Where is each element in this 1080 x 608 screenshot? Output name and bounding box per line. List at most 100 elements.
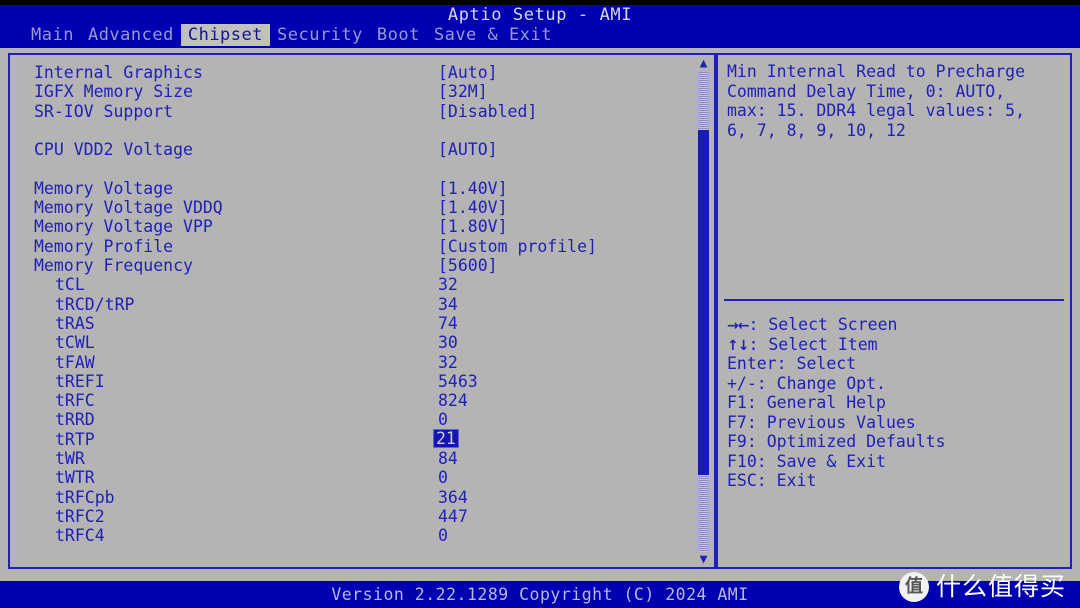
key-legend-item: ↑↓: Select Item — [727, 335, 1067, 355]
settings-row-list: Internal Graphics [Auto] IGFX Memory Size [… — [10, 55, 714, 567]
setting-value[interactable]: 364 — [436, 488, 470, 507]
key-legend-label: : Select Item — [748, 334, 878, 354]
menu-item-main[interactable]: Main — [24, 24, 81, 46]
table-row[interactable]: CPU VDD2 Voltage [AUTO] — [10, 140, 714, 159]
setting-label: tRTP — [55, 429, 95, 449]
setting-value[interactable]: [Auto] — [436, 63, 500, 82]
table-row[interactable]: tREFI 5463 — [10, 372, 714, 391]
key-legend-label: +/-: Change Opt. — [727, 373, 886, 393]
setting-label: tRFCpb — [55, 487, 115, 507]
table-row[interactable]: tWTR 0 — [10, 468, 714, 487]
key-legend-item: F9: Optimized Defaults — [727, 432, 1067, 452]
bios-setup-screen: Aptio Setup - AMI Main Advanced Chipset Sec… — [0, 0, 1080, 608]
setting-value[interactable]: 0 — [436, 468, 450, 487]
scroll-up-arrow-icon[interactable]: ▲ — [695, 57, 712, 71]
setting-value[interactable]: [AUTO] — [436, 140, 500, 159]
setting-value[interactable]: 32 — [436, 353, 460, 372]
setting-label: tRFC4 — [55, 526, 105, 546]
table-row[interactable]: Memory Voltage VDDQ [1.40V] — [10, 198, 714, 217]
scroll-down-arrow-icon[interactable]: ▼ — [695, 553, 712, 567]
key-legend-item: ESC: Exit — [727, 471, 1067, 491]
setting-label: tRFC — [55, 391, 95, 411]
setting-value[interactable]: 34 — [436, 295, 460, 314]
key-legend-label: F7: Previous Values — [727, 412, 916, 432]
setting-value[interactable]: 0 — [436, 526, 450, 545]
table-row[interactable]: SR-IOV Support [Disabled] — [10, 102, 714, 121]
setting-value[interactable]: [5600] — [436, 256, 500, 275]
table-row[interactable]: tRFC 824 — [10, 391, 714, 410]
setting-label: CPU VDD2 Voltage — [34, 140, 193, 160]
setting-label: tRFC2 — [55, 506, 105, 526]
table-row[interactable]: Memory Frequency [5600] — [10, 256, 714, 275]
menu-item-save-exit[interactable]: Save & Exit — [427, 24, 559, 46]
arrow-keys-icon: →← — [727, 318, 749, 334]
table-row[interactable]: tRFCpb 364 — [10, 488, 714, 507]
table-row[interactable]: Memory Voltage VPP [1.80V] — [10, 217, 714, 236]
key-legend-item: F7: Previous Values — [727, 413, 1067, 433]
help-description: Min Internal Read to Precharge Command D… — [727, 62, 1026, 140]
setting-value[interactable]: 0 — [436, 410, 450, 429]
setting-value[interactable]: 5463 — [436, 372, 480, 391]
menu-item-security[interactable]: Security — [270, 24, 370, 46]
key-legend-label: F10: Save & Exit — [727, 451, 886, 471]
scrollbar-thumb[interactable] — [698, 130, 709, 475]
key-legend-item: Enter: Select — [727, 354, 1067, 374]
setting-label: tCL — [55, 275, 85, 295]
help-divider — [724, 299, 1064, 301]
table-row[interactable]: tRAS 74 — [10, 314, 714, 333]
table-row[interactable]: Memory Profile [Custom profile] — [10, 237, 714, 256]
table-row[interactable]: tFAW 32 — [10, 353, 714, 372]
key-legend-list: →←: Select Screen ↑↓: Select Item Enter: S… — [727, 315, 1067, 491]
setting-value[interactable]: [1.40V] — [436, 198, 510, 217]
setting-label: tRCD/tRP — [55, 294, 135, 314]
page-title: Aptio Setup - AMI — [0, 5, 1080, 26]
setting-value[interactable]: 32 — [436, 275, 460, 294]
table-row[interactable]: tRCD/tRP 34 — [10, 295, 714, 314]
setting-value[interactable]: [1.80V] — [436, 217, 510, 236]
key-legend-label: ESC: Exit — [727, 471, 817, 490]
settings-scrollbar[interactable]: ▲ ▼ — [695, 57, 712, 567]
table-row[interactable]: Memory Voltage [1.40V] — [10, 179, 714, 198]
key-legend-item: F1: General Help — [727, 393, 1067, 413]
setting-value[interactable]: [1.40V] — [436, 179, 510, 198]
setting-value[interactable]: 824 — [436, 391, 470, 410]
setting-value[interactable]: 447 — [436, 507, 470, 526]
watermark: 值 什么值得买 — [898, 572, 1066, 602]
setting-label: tFAW — [55, 352, 95, 372]
table-row[interactable]: IGFX Memory Size [32M] — [10, 82, 714, 101]
setting-label: Memory Voltage — [34, 178, 174, 198]
table-row[interactable]: tRFC4 0 — [10, 526, 714, 545]
setting-label: tRRD — [55, 410, 95, 430]
setting-label: tREFI — [55, 371, 105, 391]
key-legend-label: F1: General Help — [727, 393, 886, 412]
table-row[interactable]: tRRD 0 — [10, 410, 714, 429]
setting-value[interactable]: [Disabled] — [436, 102, 539, 121]
setting-label: IGFX Memory Size — [34, 82, 193, 102]
table-row[interactable]: tRTP 21 — [10, 428, 714, 449]
setting-value[interactable]: 74 — [436, 314, 460, 333]
menu-item-boot[interactable]: Boot — [370, 24, 427, 46]
setting-label: Memory Voltage VPP — [34, 217, 213, 237]
main-menu-bar: Main Advanced Chipset Security Boot Save & Ex… — [0, 24, 1080, 48]
setting-value[interactable]: [Custom profile] — [436, 237, 599, 256]
key-legend-item: →←: Select Screen — [727, 315, 1067, 335]
setting-label: tCWL — [55, 333, 95, 353]
menu-item-chipset[interactable]: Chipset — [180, 24, 270, 46]
setting-label: Memory Profile — [34, 236, 174, 256]
table-row[interactable]: tCL 32 — [10, 275, 714, 294]
setting-value[interactable]: 30 — [436, 333, 460, 352]
key-legend-item: F10: Save & Exit — [727, 452, 1067, 472]
table-row[interactable]: tCWL 30 — [10, 333, 714, 352]
key-legend-label: Enter: Select — [727, 354, 857, 373]
setting-label: tWTR — [55, 468, 95, 488]
settings-panel: Internal Graphics [Auto] IGFX Memory Size [… — [8, 53, 716, 569]
setting-value[interactable]: 84 — [436, 449, 460, 468]
menu-item-advanced[interactable]: Advanced — [81, 24, 181, 46]
setting-value-selected[interactable]: 21 — [433, 428, 459, 448]
table-row[interactable]: tRFC2 447 — [10, 507, 714, 526]
setting-label: Memory Frequency — [34, 256, 193, 275]
table-row[interactable]: Internal Graphics [Auto] — [10, 63, 714, 82]
key-legend-label: F9: Optimized Defaults — [727, 432, 946, 451]
table-row[interactable]: tWR 84 — [10, 449, 714, 468]
setting-value[interactable]: [32M] — [436, 82, 490, 101]
